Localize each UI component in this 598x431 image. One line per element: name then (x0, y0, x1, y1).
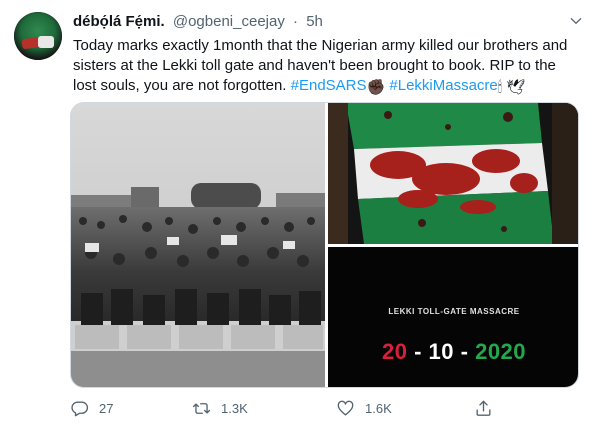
tweet-text-line-2: sisters at the Lekki toll gate and haven… (73, 57, 556, 74)
like-button[interactable]: 1.6K (336, 396, 392, 420)
massacre-card-title: LEKKI TOLL-GATE MASSACRE (388, 307, 520, 316)
share-button[interactable] (474, 396, 493, 420)
chevron-down-icon (570, 17, 582, 24)
heart-icon (337, 400, 354, 416)
retweet-button[interactable]: 1.3K (192, 396, 248, 420)
meta-separator: · (293, 13, 299, 30)
tweet-actions: 27 1.3K 1.6K (70, 396, 500, 420)
date-sep-2: - (460, 339, 469, 364)
candle-emoji: 🕯 (497, 79, 503, 96)
retweet-count: 1.3K (221, 400, 248, 416)
hashtag-lekkimassacre[interactable]: #LekkiMassacre (389, 77, 497, 94)
share-icon (476, 400, 491, 416)
retweet-icon (192, 402, 211, 414)
more-options-button[interactable] (562, 8, 590, 34)
display-name[interactable]: débọ́lá Fẹ́mi. (73, 13, 165, 30)
like-count: 1.6K (365, 400, 392, 416)
massacre-date-card[interactable]: LEKKI TOLL-GATE MASSACRE 20 - 10 - 2020 (328, 247, 578, 387)
tweet-text-line-1: Today marks exactly 1month that the Nige… (73, 37, 568, 54)
reply-icon (71, 400, 89, 416)
tweet-text: Today marks exactly 1month that the Nige… (73, 36, 573, 98)
dove-emoji: 🕊 (506, 79, 526, 96)
massacre-card-date: 20 - 10 - 2020 (328, 339, 578, 365)
timestamp[interactable]: 5h (306, 13, 323, 30)
tweet-header: débọ́lá Fẹ́mi. @ogbeni_ceejay · 5h (73, 13, 323, 30)
protest-crowd-photo[interactable] (71, 103, 325, 387)
date-month: 10 (428, 339, 454, 364)
raised-fist-emoji: ✊🏿 (366, 79, 386, 96)
avatar[interactable] (14, 12, 62, 60)
bloodstained-flag-photo[interactable] (328, 103, 578, 244)
date-year: 2020 (475, 339, 527, 364)
date-sep-1: - (414, 339, 422, 364)
handle[interactable]: @ogbeni_ceejay (173, 13, 285, 30)
date-day: 20 (381, 339, 408, 364)
hashtag-endsars[interactable]: #EndSARS (291, 77, 367, 94)
reply-count: 27 (99, 400, 114, 416)
reply-button[interactable]: 27 (70, 396, 113, 420)
media-grid: LEKKI TOLL-GATE MASSACRE 20 - 10 - 2020 (70, 102, 579, 388)
tweet-text-line-3: lost souls, you are not forgotten. (73, 77, 287, 94)
